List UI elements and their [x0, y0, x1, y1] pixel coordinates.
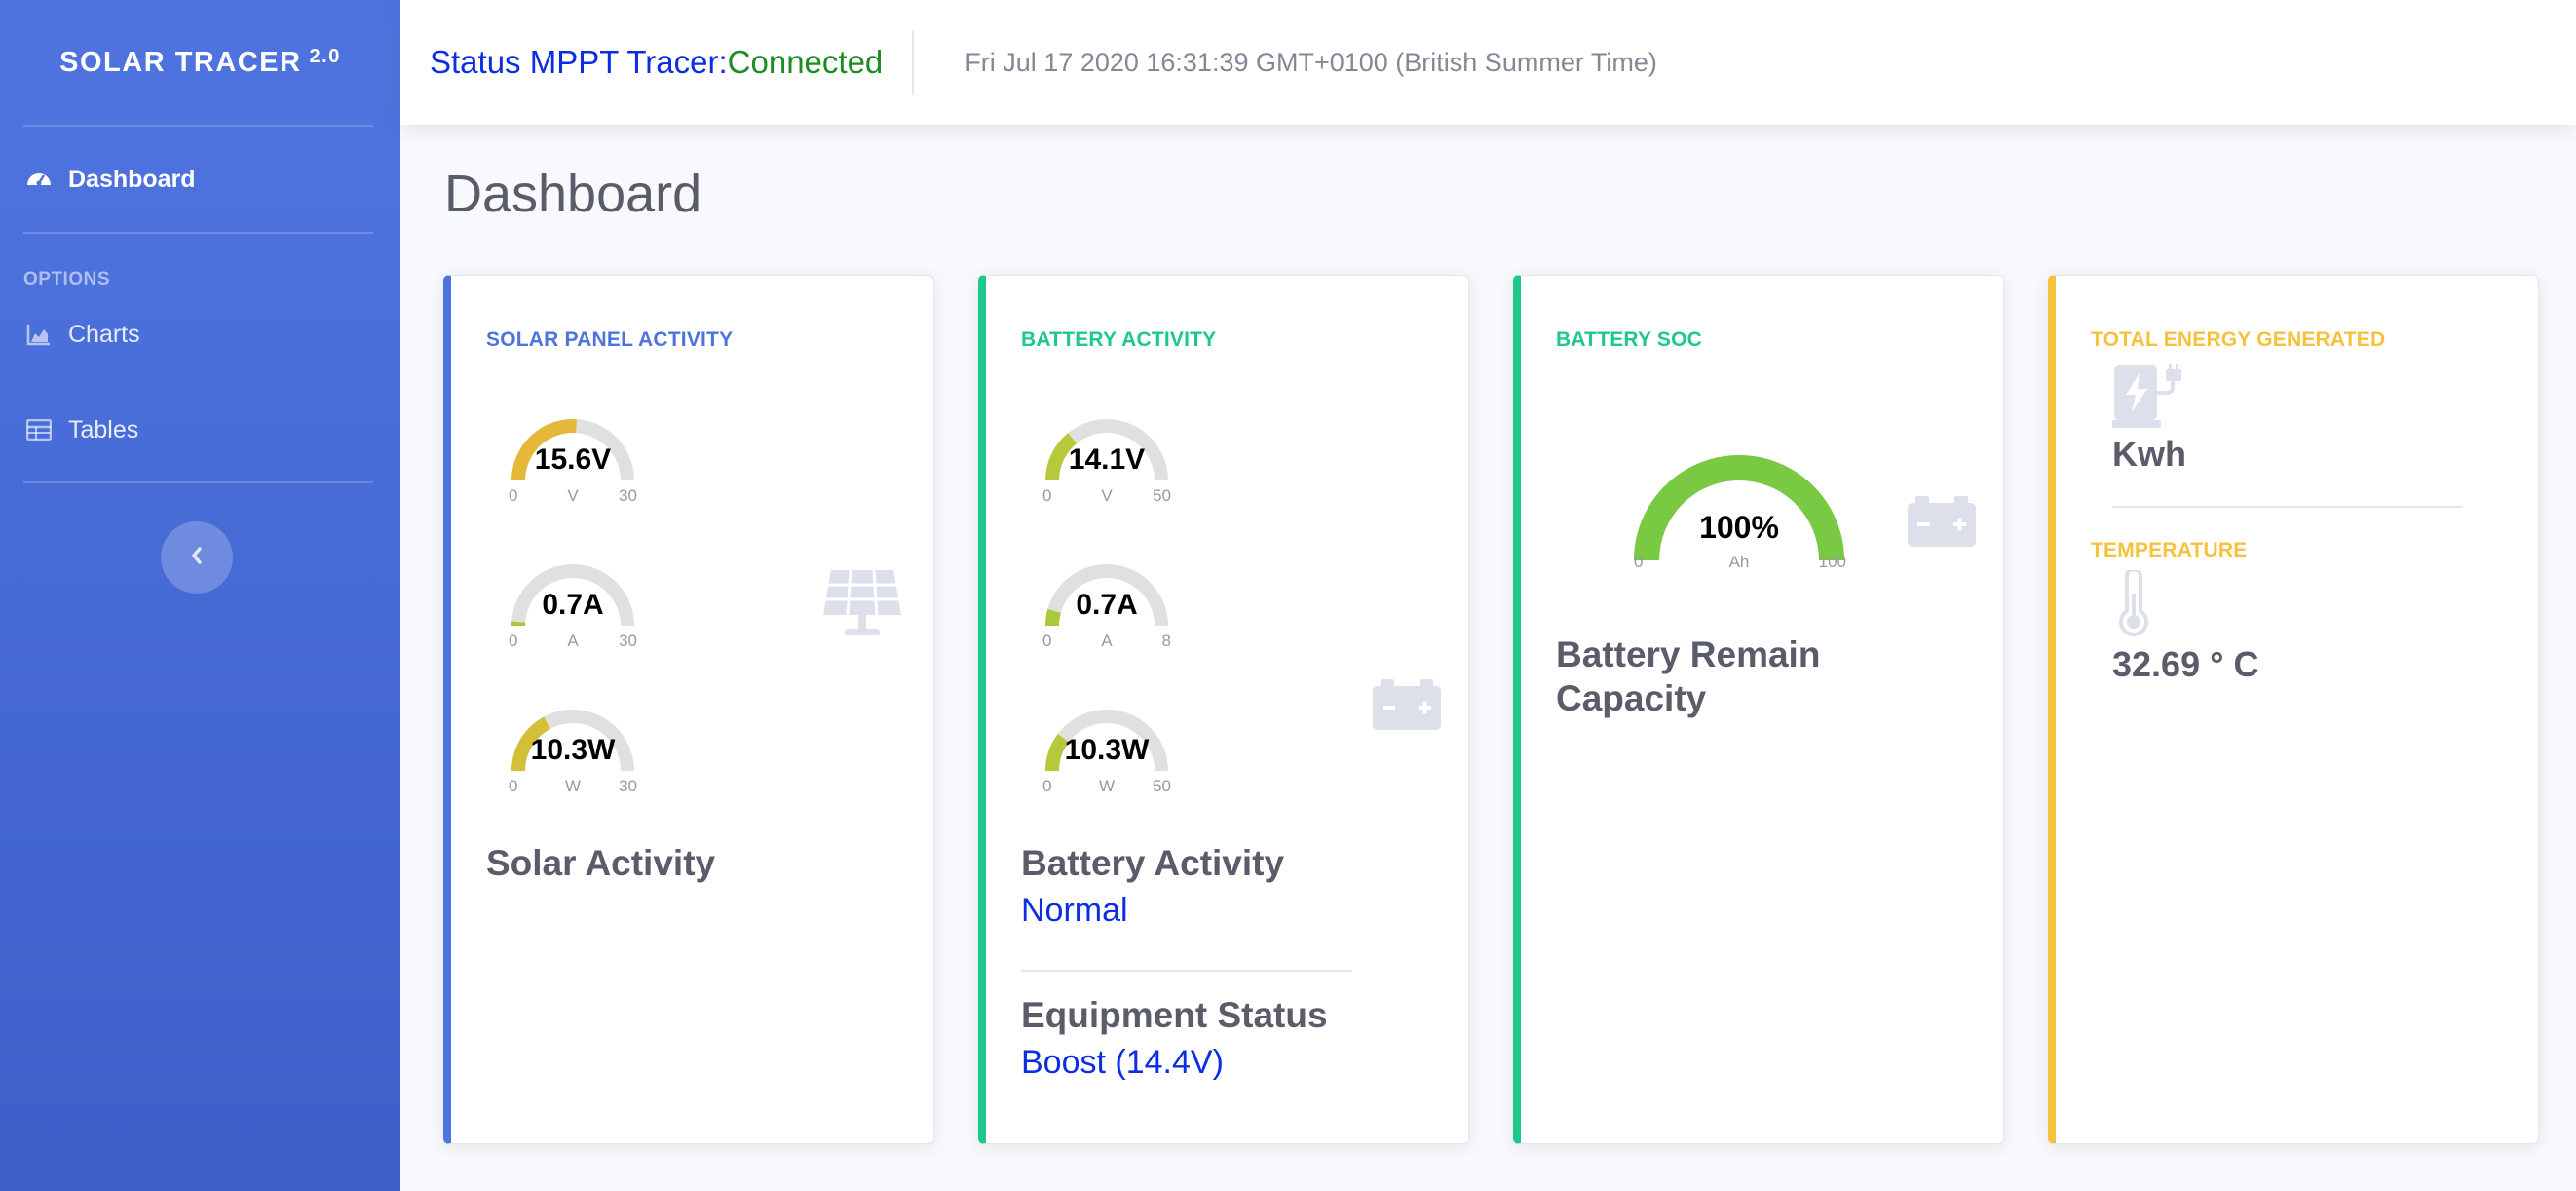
gauge-value: 0.7A — [1076, 589, 1138, 621]
topbar: Status MPPT Tracer:Connected Fri Jul 17 … — [400, 0, 2576, 125]
thermometer-icon — [2116, 567, 2151, 643]
gauge-max: 30 — [619, 632, 637, 650]
battery-soc-gauge: 100% 0 Ah 100 — [1622, 451, 1856, 597]
card-title-line: Capacity — [1556, 678, 1707, 718]
connection-status: Status MPPT Tracer:Connected — [400, 44, 883, 81]
tachometer-icon — [23, 164, 55, 195]
card-title-line: Battery Remain — [1556, 634, 1821, 674]
topbar-divider — [912, 30, 915, 95]
equipment-status-title: Equipment Status — [1021, 995, 1328, 1035]
status-value: Connected — [727, 44, 884, 80]
gauge-max: 30 — [619, 486, 637, 505]
card-label: TOTAL ENERGY GENERATED — [2091, 328, 2386, 351]
temperature-label: TEMPERATURE — [2091, 539, 2248, 561]
gauge-max: 50 — [1153, 777, 1171, 795]
sidebar-toggle-button[interactable] — [161, 521, 233, 594]
area-chart-icon — [23, 319, 55, 350]
charging-station-icon — [2112, 364, 2190, 435]
gauge-max: 100 — [1818, 553, 1846, 571]
sidebar-item-dashboard[interactable]: Dashboard — [0, 127, 400, 232]
gauge-unit: A — [1101, 632, 1113, 650]
brand[interactable]: SOLAR TRACER 2.0 — [0, 0, 400, 125]
card-title: Battery Remain Capacity — [1556, 633, 1820, 720]
chevron-left-icon — [188, 545, 206, 571]
card-divider — [2112, 506, 2463, 508]
sidebar-item-label: Dashboard — [68, 165, 196, 193]
card-divider — [1021, 970, 1352, 972]
sidebar-divider — [23, 481, 373, 483]
sidebar-item-label: Charts — [68, 320, 140, 348]
card-title: Solar Activity — [486, 843, 716, 883]
gauge-value: 100% — [1699, 510, 1779, 545]
solar-panel-card: SOLAR PANEL ACTIVITY 15.6V 0 V 30 0.7A 0… — [443, 275, 934, 1144]
solar-current-gauge: 0.7A 0 A 30 — [505, 548, 641, 655]
datetime: Fri Jul 17 2020 16:31:39 GMT+0100 (Briti… — [965, 47, 1657, 77]
sidebar: SOLAR TRACER 2.0 Dashboard OPTIONS Chart… — [0, 0, 400, 1191]
table-icon — [23, 414, 55, 445]
card-label: BATTERY SOC — [1556, 328, 1702, 351]
gauge-value: 0.7A — [542, 589, 604, 621]
card-title: Battery Activity — [1021, 843, 1285, 883]
gauge-value: 15.6V — [534, 443, 612, 476]
sidebar-heading: OPTIONS — [23, 269, 111, 289]
battery-power-gauge: 10.3W 0 W 50 — [1039, 693, 1175, 800]
solar-power-gauge: 10.3W 0 W 30 — [505, 693, 641, 800]
gauge-value: 10.3W — [1064, 734, 1150, 766]
battery-icon — [1908, 496, 1976, 552]
battery-current-gauge: 0.7A 0 A 8 — [1039, 548, 1175, 655]
gauge-max: 50 — [1153, 486, 1171, 505]
brand-name: SOLAR TRACER — [59, 46, 302, 78]
solar-voltage-gauge: 15.6V 0 V 30 — [505, 403, 641, 510]
card-label: SOLAR PANEL ACTIVITY — [486, 328, 734, 351]
gauge-max: 8 — [1161, 632, 1171, 650]
gauge-value: 10.3W — [530, 734, 616, 766]
battery-voltage-gauge: 14.1V 0 V 50 — [1039, 403, 1175, 510]
sidebar-item-tables[interactable]: Tables — [0, 378, 400, 481]
battery-icon — [1373, 679, 1441, 735]
battery-activity-card: BATTERY ACTIVITY 14.1V 0 V 50 0.7A 0 A 8… — [978, 275, 1469, 1144]
sidebar-item-charts[interactable]: Charts — [0, 290, 400, 378]
battery-status: Normal — [1021, 892, 1128, 929]
card-label: BATTERY ACTIVITY — [1021, 328, 1217, 351]
gauge-max: 30 — [619, 777, 637, 795]
battery-soc-card: BATTERY SOC 100% 0 Ah 100 Battery Remain… — [1513, 275, 2004, 1144]
status-prefix: Status MPPT Tracer: — [430, 44, 728, 80]
gauge-value: 14.1V — [1068, 443, 1146, 476]
solar-panel-icon — [819, 568, 905, 643]
sidebar-item-label: Tables — [68, 415, 139, 443]
energy-temperature-card: TOTAL ENERGY GENERATED Kwh TEMPERATURE 3… — [2048, 275, 2539, 1144]
brand-version: 2.0 — [309, 45, 341, 67]
equipment-status-value: Boost (14.4V) — [1021, 1044, 1224, 1081]
page-title: Dashboard — [444, 165, 702, 223]
energy-value: Kwh — [2112, 434, 2186, 474]
temperature-value: 32.69 ° C — [2112, 644, 2259, 684]
